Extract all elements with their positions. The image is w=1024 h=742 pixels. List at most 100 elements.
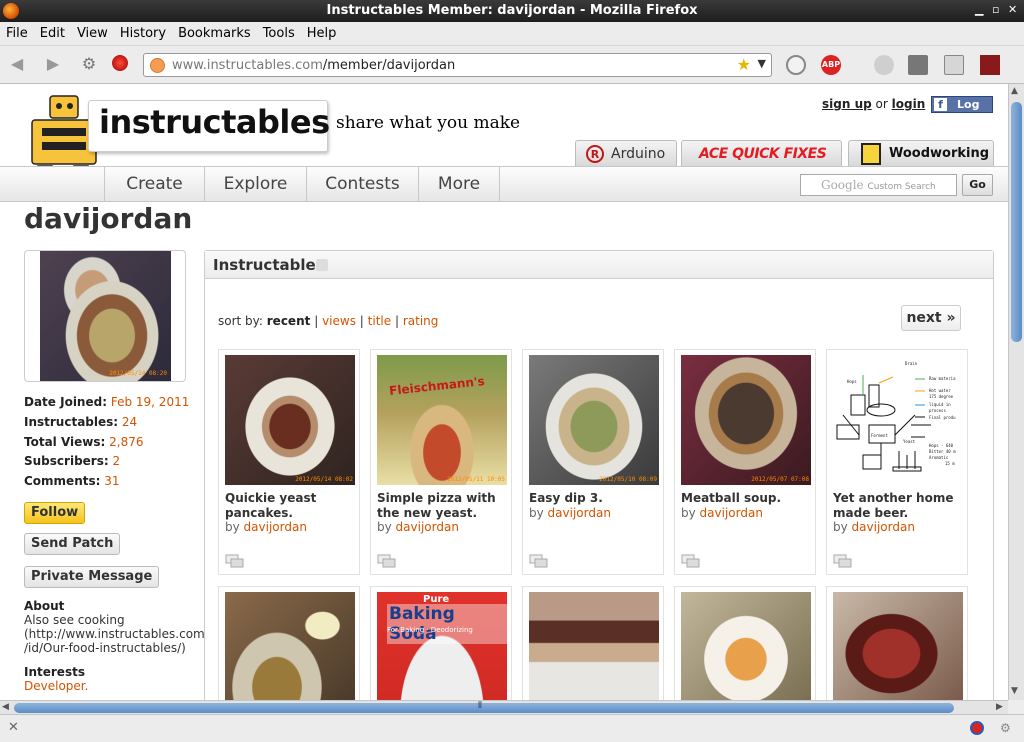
card-thumbnail[interactable]: 2012/05/14 08:02 (225, 355, 355, 485)
card-author[interactable]: davijordan (396, 520, 459, 534)
stop-button[interactable] (112, 55, 128, 71)
url-text[interactable]: www.instructables.com/member/davijordan (172, 58, 455, 73)
channel-tab-arduino[interactable]: R Arduino (575, 140, 677, 166)
bookmark-star-icon[interactable]: ★ (737, 55, 751, 74)
nav-more[interactable]: More (418, 167, 500, 201)
card-author[interactable]: davijordan (548, 506, 611, 520)
interests-link[interactable]: Developer. (24, 679, 88, 693)
menu-bookmarks[interactable]: Bookmarks (172, 22, 257, 41)
instructable-card[interactable] (674, 586, 816, 700)
private-message-button[interactable]: Private Message (24, 566, 160, 588)
reload-icon[interactable] (786, 55, 806, 75)
svg-text:Hops - 640: Hops - 640 (929, 443, 954, 448)
about-line-2[interactable]: (http://www.instructables.com (24, 627, 205, 641)
adblock-icon[interactable]: ABP (821, 55, 841, 75)
status-addon-icon[interactable] (970, 721, 984, 735)
search-placeholder: Custom Search (867, 182, 936, 192)
close-icon[interactable]: ✕ (1008, 3, 1017, 16)
vertical-scrollbar[interactable]: ▲ ▼ (1008, 84, 1024, 700)
card-thumbnail[interactable]: 2012/05/07 07:08 (681, 355, 811, 485)
extension-icon[interactable] (874, 55, 894, 75)
scroll-down-icon[interactable]: ▼ (1011, 686, 1018, 696)
back-button[interactable]: ◀ (6, 54, 28, 76)
search-input[interactable]: Google Custom Search (800, 174, 957, 196)
menu-help[interactable]: Help (301, 22, 343, 41)
menu-edit[interactable]: Edit (34, 22, 71, 41)
instructable-card[interactable]: 2012/05/07 07:08 Meatball soup. by davij… (674, 349, 816, 575)
menu-tools[interactable]: Tools (257, 22, 301, 41)
menu-bar: File Edit View History Bookmarks Tools Help (0, 22, 1024, 46)
scroll-up-icon[interactable]: ▲ (1011, 86, 1018, 96)
channel-tab-woodworking[interactable]: Woodworking (848, 140, 994, 166)
close-findbar-icon[interactable]: ✕ (8, 720, 19, 735)
facebook-login-button[interactable]: f Log In (931, 96, 993, 124)
card-author[interactable]: davijordan (852, 520, 915, 534)
instructable-card[interactable]: 2012/05/10 08:09 Easy dip 3. by davijord… (522, 349, 664, 575)
search-go-button[interactable]: Go (962, 174, 993, 196)
horizontal-scroll-thumb[interactable] (14, 703, 954, 713)
card-thumbnail[interactable] (529, 592, 659, 700)
card-title[interactable]: Simple pizza with the new yeast. (377, 491, 509, 521)
instructable-card[interactable] (522, 586, 664, 700)
menu-view[interactable]: View (71, 22, 114, 41)
sort-views[interactable]: views (322, 314, 356, 328)
scroll-right-icon[interactable]: ▶ (996, 702, 1003, 712)
card-thumbnail[interactable]: Fleischmann's 2012/05/11 10:05 (377, 355, 507, 485)
scroll-left-icon[interactable]: ◀ (2, 702, 9, 712)
channel-tab-ace[interactable]: ACE QUICK FIXES (681, 140, 842, 166)
card-thumbnail[interactable]: 2012/05/10 08:09 (529, 355, 659, 485)
instructable-card[interactable]: 2012/05/14 08:02 Quickie yeast pancakes.… (218, 349, 360, 575)
card-thumbnail[interactable] (225, 592, 355, 700)
card-title[interactable]: Yet another home made beer. (833, 491, 965, 521)
home-icon[interactable] (944, 55, 964, 75)
url-dropdown-icon[interactable]: ▼ (758, 57, 766, 70)
instructable-card[interactable] (218, 586, 360, 700)
minimize-icon[interactable]: ▁ (975, 3, 983, 16)
menu-file[interactable]: File (0, 22, 34, 41)
instructable-card[interactable]: Fleischmann's 2012/05/11 10:05 Simple pi… (370, 349, 512, 575)
card-title[interactable]: Meatball soup. (681, 491, 813, 506)
signup-link[interactable]: sign up (822, 97, 872, 111)
history-dropdown-icon[interactable]: ⚙ (78, 54, 100, 76)
card-title[interactable]: Quickie yeast pancakes. (225, 491, 357, 521)
card-thumbnail[interactable] (833, 592, 963, 700)
sort-title[interactable]: title (368, 314, 391, 328)
print-icon[interactable] (908, 55, 928, 75)
nav-contests[interactable]: Contests (306, 167, 418, 201)
card-author[interactable]: davijordan (700, 506, 763, 520)
card-title[interactable]: Easy dip 3. (529, 491, 661, 506)
stat-total-views: Total Views: 2,876 (24, 435, 144, 449)
site-logo[interactable]: instructables (88, 100, 330, 152)
sort-recent[interactable]: recent (267, 314, 311, 328)
nav-create[interactable]: Create (104, 167, 204, 201)
next-page-button[interactable]: next » (901, 305, 961, 331)
card-thumbnail[interactable]: Pure Baking Soda For Baking · Deodorizin… (377, 592, 507, 700)
card-thumbnail[interactable] (681, 592, 811, 700)
nav-explore[interactable]: Explore (204, 167, 306, 201)
card-author[interactable]: davijordan (244, 520, 307, 534)
site-identity-icon[interactable] (150, 58, 165, 73)
send-patch-button[interactable]: Send Patch (24, 533, 121, 555)
horizontal-scrollbar[interactable]: ⦀ ◀ ▶ (0, 700, 1008, 714)
card-thumbnail[interactable]: Drain Raw materia Hot water 175 degree l… (833, 355, 963, 485)
instructable-card[interactable] (826, 586, 968, 700)
instructable-card[interactable]: Drain Raw materia Hot water 175 degree l… (826, 349, 968, 575)
woodworking-logo-icon (861, 143, 881, 165)
menu-history[interactable]: History (114, 22, 172, 41)
login-link[interactable]: login (892, 97, 926, 111)
https-everywhere-icon[interactable] (980, 55, 1000, 75)
card-byline: by davijordan (377, 520, 459, 534)
stat-comments: Comments: 31 (24, 474, 120, 488)
vertical-scroll-thumb[interactable] (1011, 102, 1022, 342)
about-line-3[interactable]: /id/Our-food-instructables/) (24, 641, 186, 655)
instructable-card[interactable]: Pure Baking Soda For Baking · Deodorizin… (370, 586, 512, 700)
member-avatar[interactable]: 2012/05/14 08:20 (24, 250, 186, 382)
sort-rating[interactable]: rating (403, 314, 439, 328)
follow-button[interactable]: Follow (24, 502, 86, 524)
status-settings-icon[interactable]: ⚙ (1000, 721, 1011, 735)
rss-icon[interactable] (316, 259, 328, 271)
maximize-icon[interactable]: ▫ (992, 3, 999, 16)
url-bar[interactable]: www.instructables.com/member/davijordan … (143, 53, 772, 77)
scroll-grip-icon: ⦀ (478, 701, 482, 711)
forward-button[interactable]: ▶ (42, 54, 64, 76)
